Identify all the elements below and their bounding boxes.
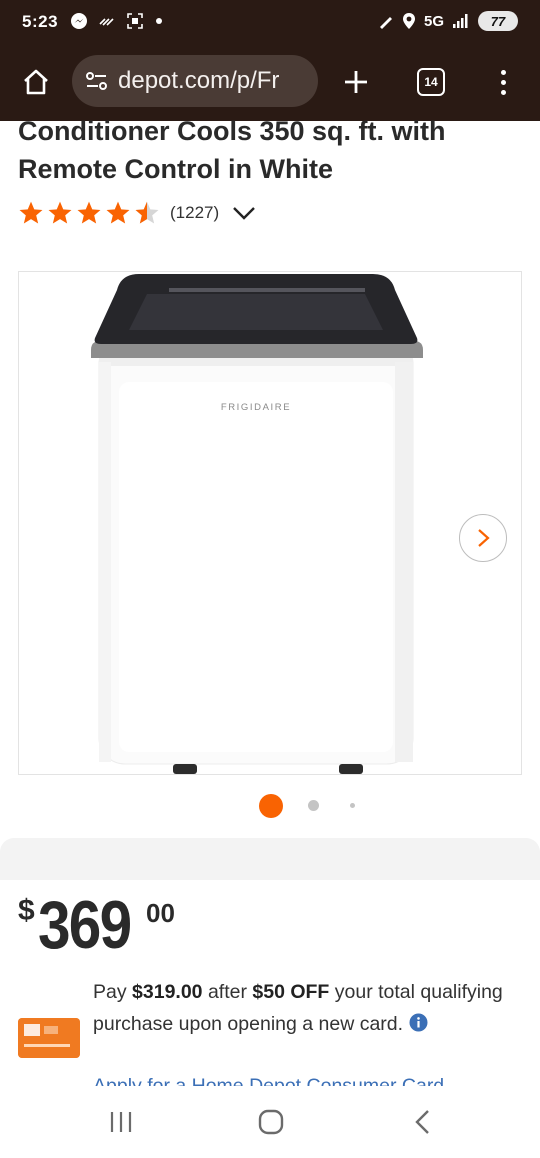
half-star-icon (135, 201, 159, 224)
status-right: 5G 77 (378, 11, 518, 31)
tune-icon[interactable] (84, 68, 110, 94)
price-currency: $ (18, 894, 35, 927)
pagination-dot-active[interactable] (259, 794, 283, 818)
url-text[interactable]: depot.com/p/Fr (118, 67, 279, 95)
menu-button[interactable] (490, 62, 516, 102)
info-icon[interactable] (409, 1013, 428, 1032)
promo-discount: $50 OFF (252, 981, 330, 1003)
star-icon (19, 201, 43, 224)
price-dollars: 369 (38, 887, 132, 963)
status-bar: 5:23 5G 77 (0, 0, 540, 46)
rating-row[interactable]: (1227) (18, 198, 257, 228)
promo-amount: $319.00 (132, 981, 203, 1003)
location-icon (402, 13, 415, 29)
back-icon[interactable] (410, 1108, 436, 1136)
star-rating (18, 200, 160, 226)
apply-card-link[interactable]: Apply for a Home Depot Consumer Card (93, 1072, 513, 1086)
pagination-dot[interactable] (350, 803, 355, 808)
star-icon (106, 201, 130, 224)
product-title: Conditioner Cools 350 sq. ft. with Remot… (18, 116, 446, 184)
network-type: 5G (423, 12, 444, 30)
tab-switcher-button[interactable]: 14 (417, 68, 445, 96)
wifi-calling-icon (99, 18, 114, 26)
pen-icon (379, 17, 392, 29)
screenshot-icon (127, 13, 143, 29)
signal-icon (453, 14, 468, 28)
home-button[interactable] (14, 62, 58, 102)
review-count[interactable]: (1227) (170, 203, 219, 223)
browser-toolbar: depot.com/p/Fr 14 (0, 46, 540, 121)
browser-chrome: 5:23 5G 77 depot.com/p/Fr 14 (0, 0, 540, 121)
star-icon (77, 201, 101, 224)
more-notifications-dot (156, 18, 162, 24)
new-tab-button[interactable] (336, 62, 376, 102)
notification-icons (70, 12, 162, 30)
image-pagination (0, 793, 540, 818)
air-conditioner-image: FRIGIDAIRE (91, 274, 423, 774)
messenger-icon (71, 13, 87, 29)
credit-card-image (18, 1018, 80, 1058)
plus-icon (345, 71, 367, 93)
menu-icon (500, 69, 506, 75)
star-icon (48, 201, 72, 224)
section-divider (0, 838, 540, 880)
next-image-button[interactable] (459, 514, 507, 562)
promo-text: Pay $319.00 after $50 OFF your total qua… (93, 981, 503, 1035)
recents-icon[interactable] (108, 1108, 134, 1136)
system-navigation-bar (0, 1086, 540, 1158)
home-nav-icon[interactable] (257, 1108, 285, 1136)
status-time: 5:23 (22, 12, 59, 31)
url-bar[interactable]: depot.com/p/Fr (72, 55, 318, 107)
tab-count: 14 (424, 75, 438, 89)
price-cents: 00 (146, 898, 175, 928)
brand-label: FRIGIDAIRE (221, 402, 291, 413)
home-icon (24, 69, 48, 95)
product-image-gallery[interactable]: FRIGIDAIRE (18, 271, 522, 775)
apply-card-link-text[interactable]: Apply for a Home Depot Consumer Card (93, 1072, 513, 1086)
battery-indicator: 77 (478, 11, 518, 31)
chevron-down-icon[interactable] (231, 200, 257, 226)
pagination-dot[interactable] (308, 800, 319, 811)
chevron-right-icon (478, 529, 490, 547)
